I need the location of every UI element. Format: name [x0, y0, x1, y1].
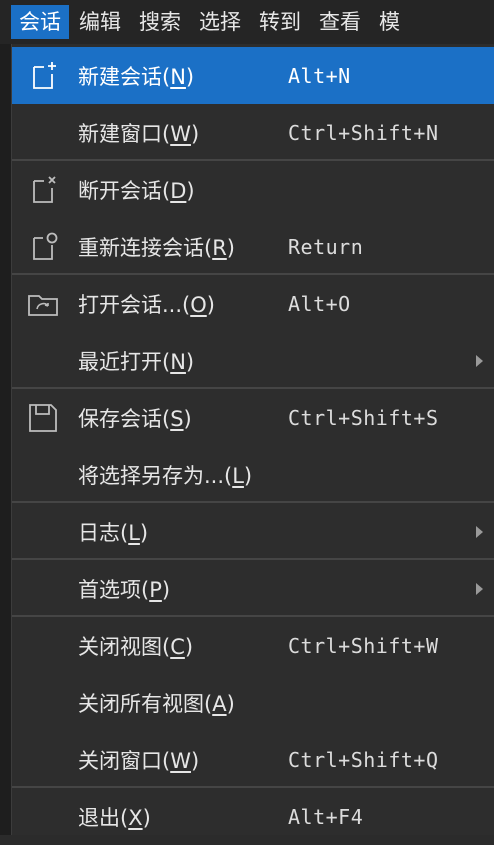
menu-item-label: 断开会话(D) — [78, 178, 195, 203]
menu-item-recent[interactable]: 最近打开(N) — [12, 332, 494, 389]
menu-item-close-all-views[interactable]: 关闭所有视图(A) — [12, 674, 494, 731]
menu-item-new-window[interactable]: 新建窗口(W) Ctrl+Shift+N — [12, 104, 494, 161]
menu-item-label: 新建会话(N) — [78, 64, 195, 89]
menu-item-save-session[interactable]: 保存会话(S) Ctrl+Shift+S — [12, 389, 494, 446]
menu-item-label: 新建窗口(W) — [78, 121, 200, 146]
menu-view[interactable]: 查看 — [311, 5, 369, 39]
menu-item-shortcut: Return — [288, 234, 364, 259]
menu-item-shortcut: Alt+F4 — [288, 804, 364, 829]
menu-item-shortcut: Ctrl+Shift+N — [288, 120, 439, 145]
menu-goto[interactable]: 转到 — [251, 5, 309, 39]
menu-item-open-session[interactable]: 打开会话...(O) Alt+O — [12, 275, 494, 332]
menu-item-label: 重新连接会话(R) — [78, 235, 235, 260]
menu-item-label: 日志(L) — [78, 520, 149, 545]
menu-item-close-window[interactable]: 关闭窗口(W) Ctrl+Shift+Q — [12, 731, 494, 788]
menu-item-shortcut: Ctrl+Shift+Q — [288, 747, 439, 772]
menu-item-label: 将选择另存为...(L) — [78, 463, 253, 488]
menu-item-label: 最近打开(N) — [78, 349, 195, 374]
menu-item-label: 关闭窗口(W) — [78, 748, 200, 773]
session-dropdown-menu: 新建会话(N) Alt+N 新建窗口(W) Ctrl+Shift+N 断开会话(… — [11, 44, 494, 835]
open-folder-icon — [28, 294, 58, 316]
menu-item-label: 退出(X) — [78, 805, 151, 830]
menu-item-label: 打开会话...(O) — [78, 292, 215, 317]
menu-item-shortcut: Alt+N — [288, 63, 351, 88]
menu-item-new-session[interactable]: 新建会话(N) Alt+N — [12, 47, 494, 104]
menu-item-save-selection-as[interactable]: 将选择另存为...(L) — [12, 446, 494, 503]
menu-item-label: 首选项(P) — [78, 577, 171, 602]
menu-select[interactable]: 选择 — [191, 5, 249, 39]
menu-bar: 会话 编辑 搜索 选择 转到 查看 模 — [0, 0, 494, 44]
menu-search[interactable]: 搜索 — [131, 5, 189, 39]
menu-item-label: 关闭所有视图(A) — [78, 691, 235, 716]
menu-item-reconnect[interactable]: 重新连接会话(R) Return — [12, 218, 494, 275]
menu-edit[interactable]: 编辑 — [71, 5, 129, 39]
new-session-icon — [33, 61, 56, 89]
menu-item-log[interactable]: 日志(L) — [12, 503, 494, 560]
menu-item-exit[interactable]: 退出(X) Alt+F4 — [12, 788, 494, 845]
window-edge — [0, 44, 11, 835]
menu-item-label: 保存会话(S) — [78, 406, 192, 431]
menu-item-shortcut: Ctrl+Shift+S — [288, 405, 439, 430]
menu-module-truncated[interactable]: 模 — [371, 5, 408, 39]
submenu-arrow-icon — [476, 582, 483, 595]
disconnect-icon — [33, 175, 56, 203]
menu-item-label: 关闭视图(C) — [78, 634, 194, 659]
menu-item-preferences[interactable]: 首选项(P) — [12, 560, 494, 617]
menu-item-shortcut: Alt+O — [288, 291, 351, 316]
menu-item-close-view[interactable]: 关闭视图(C) Ctrl+Shift+W — [12, 617, 494, 674]
menu-item-shortcut: Ctrl+Shift+W — [288, 633, 439, 658]
save-icon — [29, 403, 57, 432]
submenu-arrow-icon — [476, 525, 483, 538]
menu-session[interactable]: 会话 — [11, 5, 69, 39]
reconnect-icon — [33, 232, 58, 260]
menu-item-disconnect[interactable]: 断开会话(D) — [12, 161, 494, 218]
submenu-arrow-icon — [476, 354, 483, 367]
